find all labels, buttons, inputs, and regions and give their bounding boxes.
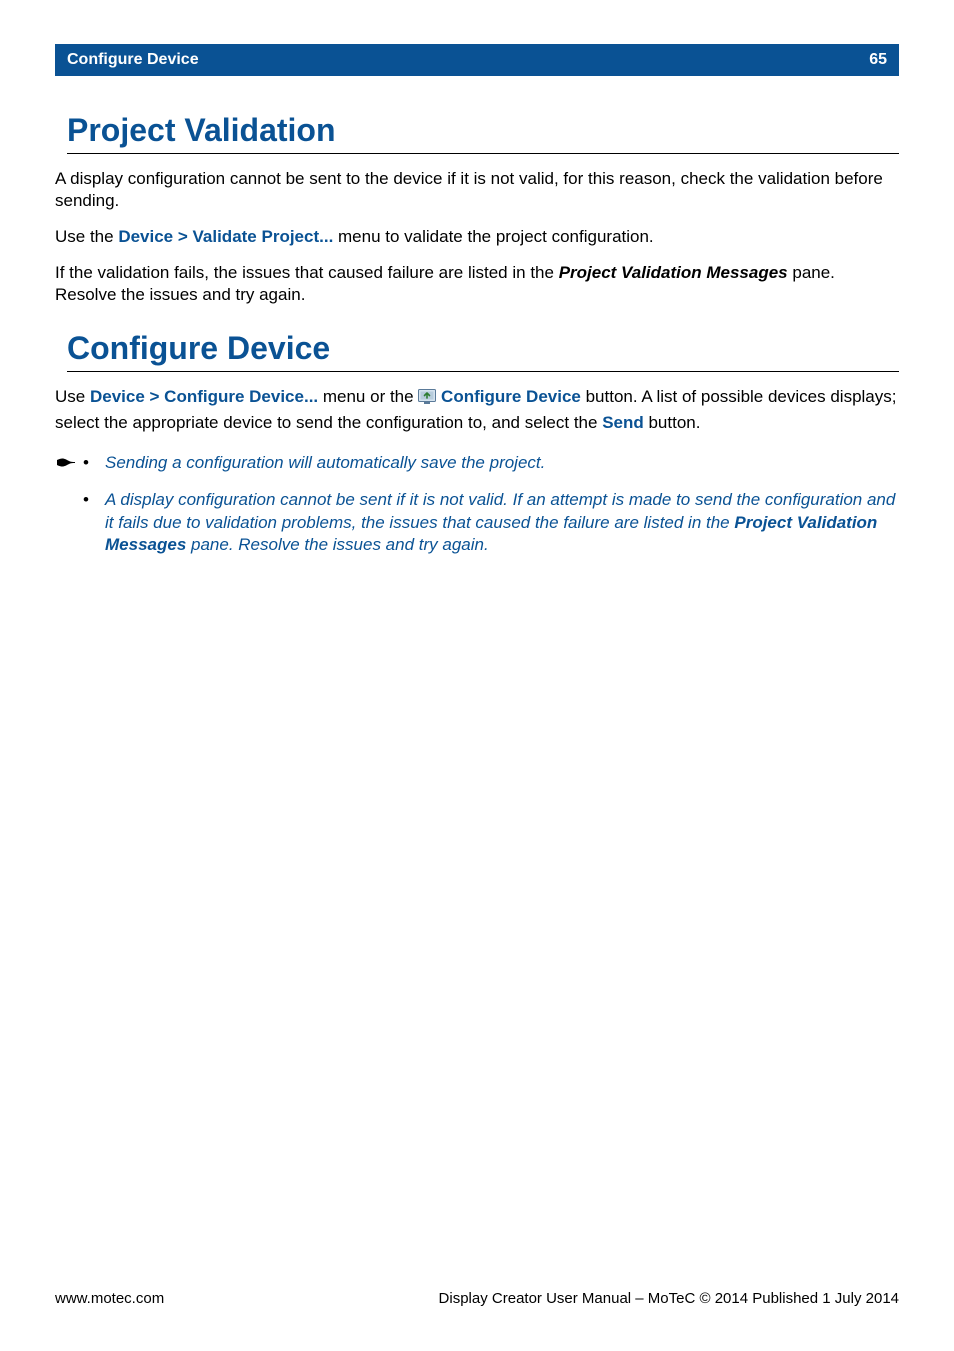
paragraph: Use Device > Configure Device... menu or…	[55, 386, 899, 433]
note-text: pane. Resolve the issues and try again.	[186, 535, 488, 554]
paragraph: A display configuration cannot be sent t…	[55, 168, 899, 212]
note-list: Sending a configuration will automatical…	[77, 452, 899, 572]
page-footer: www.motec.com Display Creator User Manua…	[55, 1290, 899, 1307]
text: button.	[644, 413, 701, 432]
menu-path-configure-device: Device > Configure Device...	[90, 387, 318, 406]
text: menu to validate the project configurati…	[333, 227, 653, 246]
footer-manual-info: Display Creator User Manual – MoTeC © 20…	[439, 1290, 899, 1307]
header-page-number: 65	[869, 51, 887, 69]
menu-path-validate-project: Device > Validate Project...	[118, 227, 333, 246]
section-title-project-validation: Project Validation	[67, 112, 899, 154]
section-title-configure-device: Configure Device	[67, 330, 899, 372]
pane-name-project-validation-messages: Project Validation Messages	[559, 263, 788, 282]
paragraph: Use the Device > Validate Project... men…	[55, 226, 899, 248]
text: If the validation fails, the issues that…	[55, 263, 559, 282]
text: Use the	[55, 227, 118, 246]
page: Configure Device 65 Project Validation A…	[0, 0, 954, 1351]
note-text: Sending a configuration will automatical…	[105, 453, 545, 472]
button-label-configure-device: Configure Device	[441, 387, 581, 406]
page-header-bar: Configure Device 65	[55, 44, 899, 76]
header-title: Configure Device	[67, 51, 199, 69]
note-pointer-icon	[55, 455, 77, 474]
note-item: A display configuration cannot be sent i…	[77, 489, 899, 558]
button-label-send: Send	[602, 413, 644, 432]
footer-url: www.motec.com	[55, 1290, 164, 1307]
text: Use	[55, 387, 90, 406]
text: menu or the	[318, 387, 418, 406]
note-item: Sending a configuration will automatical…	[77, 452, 899, 475]
note-block: Sending a configuration will automatical…	[55, 452, 899, 572]
configure-device-icon	[418, 389, 436, 411]
paragraph: If the validation fails, the issues that…	[55, 262, 899, 306]
